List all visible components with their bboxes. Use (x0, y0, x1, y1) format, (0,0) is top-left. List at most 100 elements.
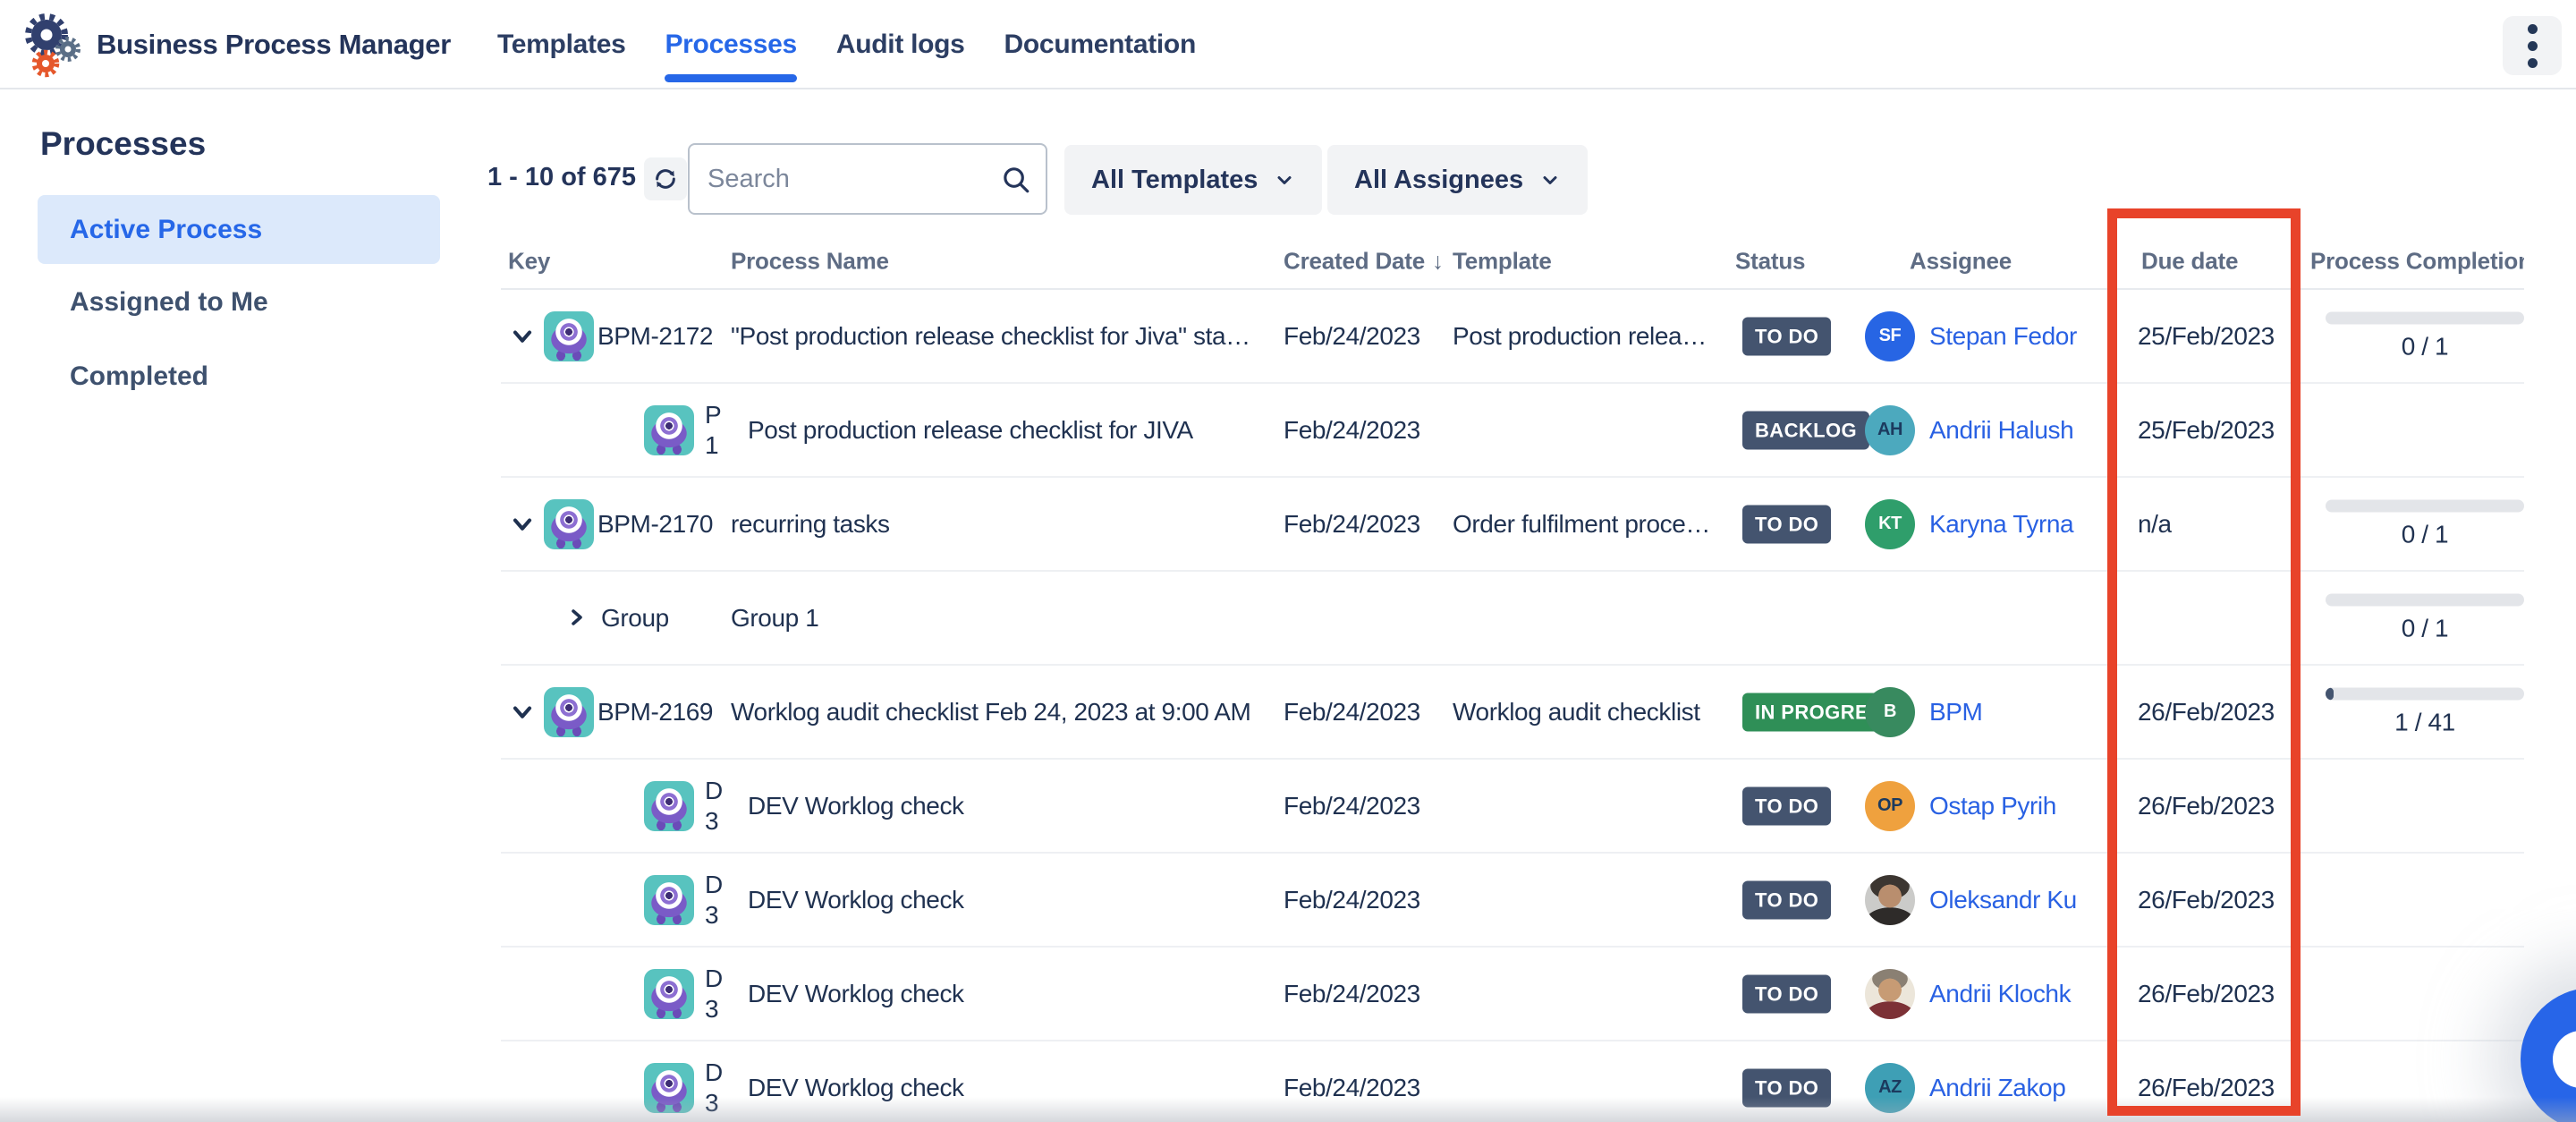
business-process-manager-screen: Business Process Manager Templates Proce… (0, 0, 2576, 1122)
avatar: KT (1865, 499, 1915, 549)
due-date: 25/Feb/2023 (2138, 416, 2275, 445)
created-date: Feb/24/2023 (1284, 416, 1420, 445)
assignee-cell: Andrii Klochk (1865, 969, 2114, 1019)
avatar-photo (1865, 875, 1915, 925)
process-key: D3 (705, 776, 744, 837)
table-row-group[interactable]: Group Group 1 0 / 1 (501, 572, 2524, 666)
filter-all-assignees[interactable]: All Assignees (1327, 145, 1588, 215)
due-date: 26/Feb/2023 (2138, 886, 2275, 914)
chevron-down-icon[interactable] (508, 697, 538, 727)
column-header-process-completion[interactable]: Process Completion (2310, 248, 2524, 276)
column-header-due-date[interactable]: Due date (2141, 248, 2238, 276)
created-date: Feb/24/2023 (1284, 698, 1420, 727)
status-label: BACKLOG (1742, 411, 1869, 449)
process-name[interactable]: Worklog audit checklist Feb 24, 2023 at … (731, 698, 1278, 727)
table-row[interactable]: BPM-2169 Worklog audit checklist Feb 24,… (501, 666, 2524, 760)
tab-documentation[interactable]: Documentation (1004, 0, 1196, 89)
status-badge: TO DO (1742, 1068, 1831, 1107)
template-name: Order fulfilment proce… (1453, 510, 1737, 539)
app-bar: Business Process Manager Templates Proce… (0, 0, 2576, 89)
process-icon (644, 405, 694, 455)
kebab-dot (2528, 41, 2538, 51)
created-date: Feb/24/2023 (1284, 792, 1420, 820)
sidebar-item-active-process[interactable]: Active Process (38, 195, 440, 264)
tab-templates[interactable]: Templates (497, 0, 625, 89)
due-date: 26/Feb/2023 (2138, 1074, 2275, 1102)
group-key: Group (601, 604, 669, 633)
chevron-down-icon[interactable] (508, 509, 538, 540)
assignee-link[interactable]: Andrii Klochk (1929, 980, 2071, 1008)
search-input[interactable] (708, 149, 1003, 209)
progress-bar (2326, 311, 2524, 324)
assignee-link[interactable]: Andrii Zakop (1929, 1074, 2065, 1102)
due-date: 26/Feb/2023 (2138, 980, 2275, 1008)
table-row[interactable]: D3 DEV Worklog check Feb/24/2023 TO DO O… (501, 760, 2524, 854)
process-name[interactable]: DEV Worklog check (748, 792, 1295, 820)
sidebar-item-completed[interactable]: Completed (38, 347, 440, 406)
sidebar: Processes Active Process Assigned to Me … (0, 89, 479, 1122)
column-header-key[interactable]: Key (508, 248, 550, 276)
process-completion: 1 / 41 (2326, 687, 2524, 736)
process-completion: 0 / 1 (2326, 593, 2524, 642)
template-name: Worklog audit checklist (1453, 698, 1737, 727)
column-header-status[interactable]: Status (1735, 248, 1805, 276)
due-date: n/a (2138, 510, 2172, 539)
table-row[interactable]: D3 DEV Worklog check Feb/24/2023 TO DO A… (501, 1041, 2524, 1122)
assignee-link[interactable]: Karyna Tyrna (1929, 510, 2073, 539)
status-badge: TO DO (1742, 505, 1831, 543)
table-row[interactable]: BPM-2172 "Post production release checkl… (501, 290, 2524, 384)
refresh-icon (652, 166, 679, 192)
process-name[interactable]: "Post production release checklist for J… (731, 322, 1278, 351)
assignee-link[interactable]: Andrii Halush (1929, 416, 2073, 445)
status-badge: TO DO (1742, 317, 1831, 355)
progress-label: 0 / 1 (2402, 520, 2448, 548)
kebab-menu-button[interactable] (2503, 16, 2562, 75)
table-row[interactable]: D3 DEV Worklog check Feb/24/2023 TO DO O… (501, 854, 2524, 948)
process-completion: 0 / 1 (2326, 311, 2524, 361)
process-key: BPM-2170 (597, 510, 724, 539)
filter-all-templates-label: All Templates (1091, 166, 1258, 195)
process-icon (644, 781, 694, 831)
search-box (688, 143, 1047, 215)
group-name[interactable]: Group 1 (731, 604, 1278, 633)
filter-all-templates[interactable]: All Templates (1064, 145, 1322, 215)
assignee-link[interactable]: BPM (1929, 698, 1982, 727)
process-name[interactable]: DEV Worklog check (748, 1074, 1295, 1102)
table-header: Key Process Name Created Date↓ Template … (501, 234, 2524, 290)
process-name[interactable]: Post production release checklist for JI… (748, 416, 1295, 445)
filter-all-assignees-label: All Assignees (1354, 166, 1523, 195)
progress-label: 1 / 41 (2394, 708, 2455, 736)
chevron-down-icon[interactable] (508, 321, 538, 352)
table-row[interactable]: D3 DEV Worklog check Feb/24/2023 TO DO A… (501, 948, 2524, 1041)
assignee-link[interactable]: Stepan Fedor (1929, 322, 2077, 351)
process-icon (644, 875, 694, 925)
process-icon (544, 687, 594, 737)
process-name[interactable]: DEV Worklog check (748, 980, 1295, 1008)
chevron-down-icon (1274, 169, 1295, 191)
process-name[interactable]: DEV Worklog check (748, 886, 1295, 914)
table-row[interactable]: BPM-2170 recurring tasks Feb/24/2023 Ord… (501, 478, 2524, 572)
tab-processes[interactable]: Processes (665, 0, 796, 89)
process-key: D3 (705, 964, 744, 1024)
avatar: AZ (1865, 1063, 1915, 1113)
chevron-right-icon[interactable] (564, 605, 590, 632)
refresh-button[interactable] (644, 157, 687, 200)
status-badge: TO DO (1742, 786, 1831, 825)
table-row[interactable]: P1 Post production release checklist for… (501, 384, 2524, 478)
floating-action-button[interactable] (2521, 988, 2576, 1122)
tab-audit-logs[interactable]: Audit logs (836, 0, 965, 89)
assignee-link[interactable]: Ostap Pyrih (1929, 792, 2056, 820)
created-date: Feb/24/2023 (1284, 980, 1420, 1008)
assignee-link[interactable]: Oleksandr Ku (1929, 886, 2077, 914)
progress-label: 0 / 1 (2402, 332, 2448, 361)
process-icon (544, 499, 594, 549)
status-label: TO DO (1742, 505, 1831, 543)
column-header-template[interactable]: Template (1453, 248, 1552, 276)
process-completion: 0 / 1 (2326, 499, 2524, 548)
column-header-assignee[interactable]: Assignee (1910, 248, 2012, 276)
process-name[interactable]: recurring tasks (731, 510, 1278, 539)
column-header-process-name[interactable]: Process Name (731, 248, 889, 276)
column-header-created-date[interactable]: Created Date↓ (1284, 248, 1444, 276)
sidebar-item-assigned-to-me[interactable]: Assigned to Me (38, 273, 440, 332)
process-icon (644, 969, 694, 1019)
